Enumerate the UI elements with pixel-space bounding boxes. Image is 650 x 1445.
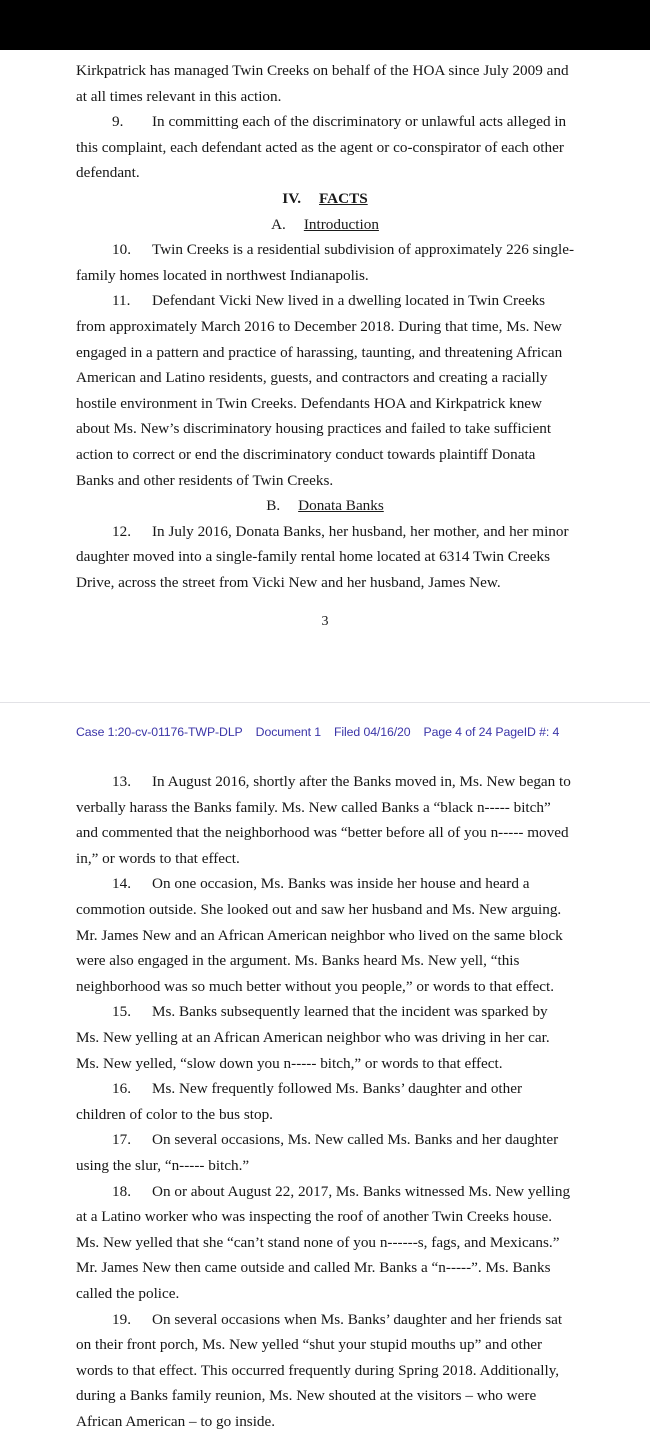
heading-facts: IV. FACTS	[76, 186, 574, 212]
paragraph-15: 15. Ms. Banks subsequently learned that t…	[76, 999, 574, 1076]
paragraph-number: 15.	[112, 1003, 131, 1021]
paragraph-number: 13.	[112, 773, 131, 791]
ecf-page-id: Page 4 of 24 PageID #: 4	[423, 725, 560, 740]
paragraph-text: Defendant Vicki New lived in a dwelling …	[76, 292, 563, 489]
paragraph-number: 16.	[112, 1080, 131, 1098]
paragraph-number: 14.	[112, 875, 131, 893]
paragraph-13: 13. In August 2016, shortly after the Ban…	[76, 769, 574, 871]
page-divider-line	[0, 702, 650, 704]
paragraph-number: 10.	[112, 241, 131, 259]
continued-paragraph: Kirkpatrick has managed Twin Creeks on b…	[76, 62, 569, 105]
heading-letter: A.	[271, 215, 286, 233]
heading-label: Donata Banks	[298, 497, 384, 515]
paragraph-19: 19. On several occasions when Ms. Banks’ …	[76, 1307, 574, 1435]
paragraph-16: 16. Ms. New frequently followed Ms. Banks…	[76, 1076, 574, 1127]
paragraph-17: 17. On several occasions, Ms. New called …	[76, 1127, 574, 1178]
page-folio-number: 3	[321, 614, 329, 630]
paragraph-14: 14. On one occasion, Ms. Banks was inside…	[76, 871, 574, 999]
heading-numeral: IV.	[282, 189, 302, 207]
paragraph-number: 18.	[112, 1182, 131, 1200]
heading-label: Introduction	[303, 215, 379, 233]
heading-introduction: A. Introduction	[76, 212, 574, 238]
pdf-toolbar-band	[0, 0, 650, 50]
ecf-document-number: Document 1	[255, 725, 321, 740]
paragraph-10: 10. Twin Creeks is a residential subdivis…	[76, 237, 574, 288]
document-page-3: Kirkpatrick has managed Twin Creeks on b…	[0, 50, 650, 636]
ecf-header-stamp: Case 1:20-cv-01176-TWP-DLP Document 1 File…	[76, 703, 574, 769]
paragraph-number: 17.	[112, 1131, 131, 1149]
paragraph-18: 18. On or about August 22, 2017, Ms. Bank…	[76, 1179, 574, 1307]
paragraph-12: 12. In July 2016, Donata Banks, her husba…	[76, 519, 574, 596]
heading-label: FACTS	[319, 189, 368, 207]
paragraph-11: 11. Defendant Vicki New lived in a dwelli…	[76, 288, 574, 493]
page-separator	[0, 635, 650, 704]
document-page-4: Case 1:20-cv-01176-TWP-DLP Document 1 File…	[0, 703, 650, 1445]
pdf-viewer: Kirkpatrick has managed Twin Creeks on b…	[0, 0, 650, 1445]
paragraph-number: 9.	[112, 113, 124, 131]
ecf-filed-date: Filed 04/16/20	[333, 725, 411, 740]
paragraph-number: 11.	[112, 292, 131, 310]
ecf-case-number: Case 1:20-cv-01176-TWP-DLP	[76, 725, 243, 740]
paragraph-9: 9. In committing each of the discriminato…	[76, 109, 574, 186]
heading-donata-banks: B. Donata Banks	[76, 493, 574, 519]
paragraph-number: 12.	[112, 522, 131, 540]
heading-letter: B.	[266, 497, 281, 515]
paragraph-number: 19.	[112, 1310, 131, 1328]
